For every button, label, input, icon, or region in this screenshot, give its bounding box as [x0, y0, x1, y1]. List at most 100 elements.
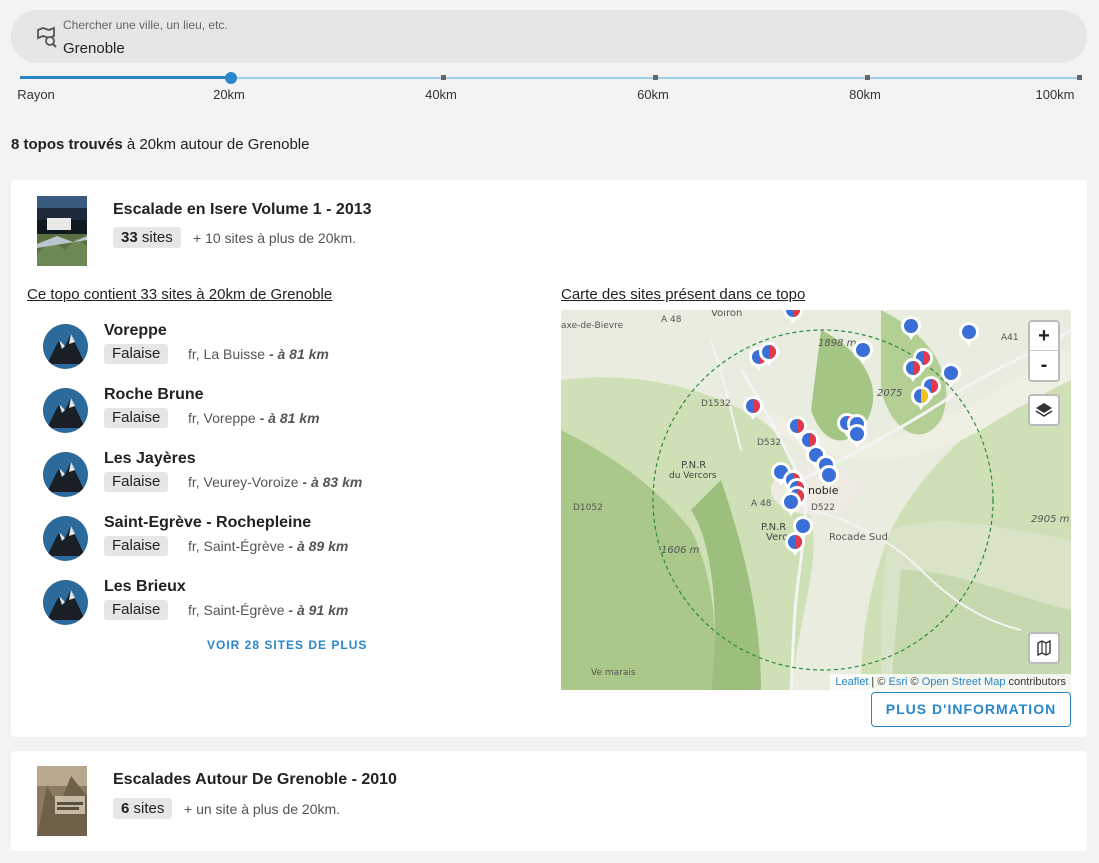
- slider-mark-40[interactable]: 40km: [425, 87, 457, 102]
- map-label: 1606 m: [661, 545, 700, 556]
- results-suffix: à 20km autour de Grenoble: [122, 136, 310, 153]
- site-name: Saint-Egrève - Rochepleine: [104, 514, 312, 531]
- site-distance: - à 81 km: [259, 410, 320, 426]
- site-type-chip: Falaise: [104, 472, 169, 492]
- map-label: Rocade Sud: [829, 532, 888, 543]
- map-label: D1052: [573, 503, 603, 513]
- leaflet-link[interactable]: Leaflet: [835, 676, 868, 688]
- map-label: 2905 m: [1031, 514, 1070, 525]
- site-location-text: fr, Voreppe: [188, 410, 256, 426]
- attrib-sep: ©: [907, 676, 922, 688]
- site-type-chip: Falaise: [104, 408, 169, 428]
- zoom-in-button[interactable]: +: [1030, 322, 1058, 351]
- map-label: du Vercors: [669, 471, 717, 481]
- map-label: 2075: [877, 388, 902, 399]
- sites-count-chip: 33 sites: [113, 227, 181, 248]
- zoom-out-button[interactable]: -: [1030, 351, 1058, 380]
- slider-mark-80[interactable]: 80km: [849, 87, 881, 102]
- slider-tick: [653, 75, 658, 80]
- layers-icon: [1030, 403, 1058, 428]
- map-label: D522: [811, 503, 835, 513]
- radius-slider[interactable]: Rayon 20km 40km 60km 80km 100km: [17, 70, 1082, 110]
- slider-mark-60[interactable]: 60km: [637, 87, 669, 102]
- search-bar[interactable]: Chercher une ville, un lieu, etc. Grenob…: [11, 10, 1087, 63]
- topo-title[interactable]: Escalades Autour De Grenoble - 2010: [113, 771, 397, 789]
- sites-extra: + un site à plus de 20km.: [184, 801, 341, 817]
- site-location: fr, Voreppe - à 81 km: [188, 410, 320, 426]
- site-location: fr, La Buisse - à 81 km: [188, 346, 329, 362]
- list-item[interactable]: Saint-Egrève - Rochepleine Falaise fr, S…: [41, 514, 531, 576]
- layers-button[interactable]: [1028, 394, 1060, 426]
- topo-cover-image[interactable]: [37, 766, 87, 836]
- map-label: D1532: [701, 399, 731, 409]
- attrib-sep: | ©: [868, 676, 889, 688]
- topo-title[interactable]: Escalade en Isere Volume 1 - 2013: [113, 201, 372, 219]
- slider-mark-20[interactable]: 20km: [213, 87, 245, 102]
- list-item[interactable]: Roche Brune Falaise fr, Voreppe - à 81 k…: [41, 386, 531, 448]
- map-label: A 48: [661, 315, 682, 325]
- map-search-icon: [36, 26, 58, 48]
- site-type-chip: Falaise: [104, 536, 169, 556]
- list-item[interactable]: Les Jayères Falaise fr, Veurey-Voroize -…: [41, 450, 531, 512]
- site-name: Voreppe: [104, 322, 167, 339]
- site-location-text: fr, Saint-Égrève: [188, 602, 285, 618]
- map-label: 1898 m: [818, 338, 857, 349]
- sites-map[interactable]: Voiron A 48 axe-de-Bievre 1898 m 2075 A4…: [561, 310, 1071, 690]
- osm-link[interactable]: Open Street Map: [922, 676, 1006, 688]
- sites-word: sites: [133, 800, 165, 817]
- site-avatar: [43, 388, 88, 433]
- site-type-chip: Falaise: [104, 344, 169, 364]
- slider-tick: [1077, 75, 1082, 80]
- map-label: Voiron: [711, 310, 742, 319]
- site-distance: - à 89 km: [288, 538, 349, 554]
- site-name: Les Jayères: [104, 450, 196, 467]
- site-avatar: [43, 324, 88, 369]
- map-attribution: Leaflet | © Esri © Open Street Map contr…: [830, 674, 1071, 690]
- site-name: Les Brieux: [104, 578, 186, 595]
- topo-cover-image[interactable]: [37, 196, 87, 266]
- map-type-button[interactable]: [1028, 632, 1060, 664]
- map-label: Verc: [766, 532, 788, 543]
- slider-thumb[interactable]: [225, 72, 237, 84]
- site-location: fr, Saint-Égrève - à 89 km: [188, 538, 348, 554]
- sites-list-link[interactable]: Ce topo contient 33 sites à 20km de Gren…: [27, 286, 332, 303]
- sites-count: 33: [121, 229, 138, 246]
- esri-link[interactable]: Esri: [889, 676, 908, 688]
- map-tiles[interactable]: Voiron A 48 axe-de-Bievre 1898 m 2075 A4…: [561, 310, 1071, 690]
- map-label: D532: [757, 438, 781, 448]
- site-location: fr, Veurey-Voroize - à 83 km: [188, 474, 362, 490]
- list-item[interactable]: Voreppe Falaise fr, La Buisse - à 81 km: [41, 322, 531, 384]
- topo-card: Escalade en Isere Volume 1 - 2013 33 sit…: [11, 180, 1087, 737]
- site-location: fr, Saint-Égrève - à 91 km: [188, 602, 348, 618]
- map-label: noble: [808, 484, 839, 497]
- map-label: P.N.R: [681, 460, 706, 471]
- slider-track-filled: [20, 76, 231, 79]
- zoom-control: + -: [1028, 320, 1060, 382]
- site-avatar: [43, 452, 88, 497]
- search-input[interactable]: Grenoble: [63, 40, 125, 57]
- slider-tick: [865, 75, 870, 80]
- sites-extra: + 10 sites à plus de 20km.: [193, 230, 357, 246]
- site-name: Roche Brune: [104, 386, 204, 403]
- map-label: axe-de-Bievre: [561, 321, 624, 331]
- map-label: A41: [1001, 333, 1019, 343]
- map-label: A 48: [751, 499, 772, 509]
- site-avatar: [43, 516, 88, 561]
- sites-count-chip: 6 sites: [113, 798, 173, 819]
- map-link[interactable]: Carte des sites présent dans ce topo: [561, 286, 805, 303]
- map-label: Ve marais: [591, 668, 636, 678]
- site-location-text: fr, Saint-Égrève: [188, 538, 285, 554]
- results-count: 8 topos trouvés: [11, 136, 123, 153]
- list-item[interactable]: Les Brieux Falaise fr, Saint-Égrève - à …: [41, 578, 531, 640]
- more-info-button[interactable]: PLUS D'INFORMATION: [871, 692, 1071, 727]
- site-type-chip: Falaise: [104, 600, 169, 620]
- see-more-sites-button[interactable]: VOIR 28 SITES DE PLUS: [207, 638, 367, 652]
- map-icon: [1030, 639, 1058, 666]
- site-distance: - à 91 km: [288, 602, 349, 618]
- search-label: Chercher une ville, un lieu, etc.: [63, 18, 228, 32]
- sites-word: sites: [141, 229, 173, 246]
- slider-mark-100[interactable]: 100km: [1035, 87, 1074, 102]
- site-distance: - à 81 km: [268, 346, 329, 362]
- attrib-tail: contributors: [1005, 676, 1066, 688]
- slider-label-rayon: Rayon: [17, 87, 55, 102]
